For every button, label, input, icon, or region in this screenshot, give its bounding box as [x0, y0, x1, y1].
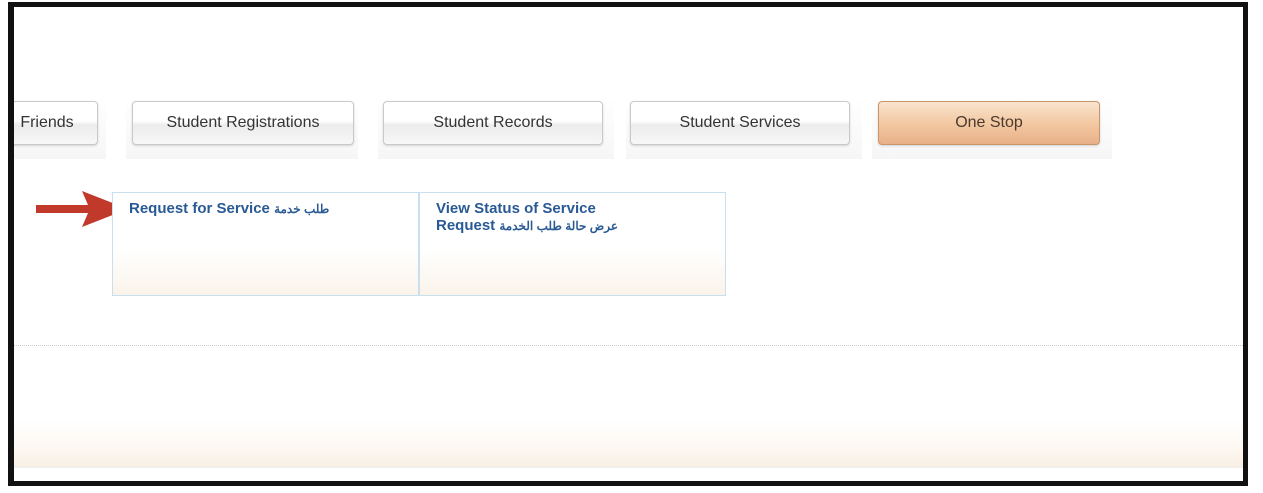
tab-friends-label: Friends — [20, 114, 74, 131]
view-status-label-line1: View Status of Service — [436, 200, 596, 217]
tab-friends[interactable]: Friends — [14, 101, 98, 145]
tab-one-stop-label: One Stop — [955, 114, 1023, 131]
tab-wrap-friends: Friends — [14, 97, 106, 159]
one-stop-services-panel: Request for Service طلب خدمة View Status… — [112, 192, 728, 298]
tab-one-stop[interactable]: One Stop — [878, 101, 1100, 145]
tab-student-services-label: Student Services — [679, 114, 801, 131]
tab-student-records-label: Student Records — [433, 114, 553, 131]
tab-student-registrations-label: Student Registrations — [166, 114, 320, 131]
screenshot-frame: Friends Student Registrations Student Re… — [8, 2, 1248, 486]
main-tab-bar: Friends Student Registrations Student Re… — [14, 97, 1243, 161]
request-for-service-label: Request for Service — [129, 200, 270, 217]
tab-student-registrations[interactable]: Student Registrations — [132, 101, 354, 145]
view-status-arabic: عرض حالة طلب الخدمة — [499, 219, 619, 233]
view-status-label-line2: Request — [436, 217, 496, 234]
request-for-service-arabic: طلب خدمة — [274, 202, 330, 216]
footer-band — [14, 419, 1243, 468]
tab-student-records[interactable]: Student Records — [383, 101, 603, 145]
tab-student-services[interactable]: Student Services — [630, 101, 850, 145]
view-status-of-service-request-link[interactable]: View Status of Service Request عرض حالة … — [419, 192, 726, 296]
content-divider — [14, 345, 1243, 346]
request-for-service-link[interactable]: Request for Service طلب خدمة — [112, 192, 419, 296]
